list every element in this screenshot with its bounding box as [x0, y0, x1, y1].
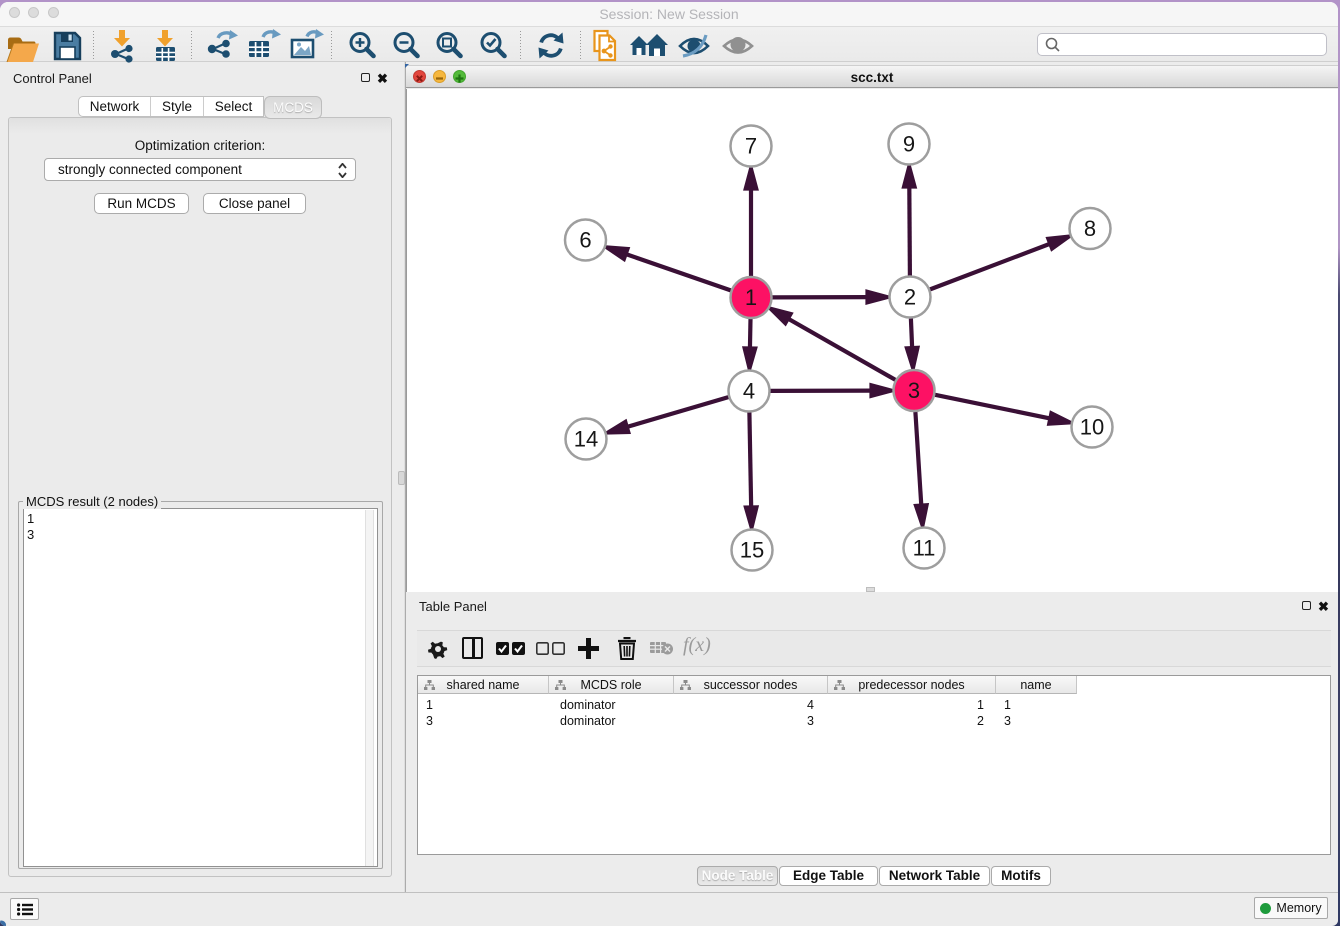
svg-text:14: 14 [574, 427, 598, 452]
svg-text:10: 10 [1080, 415, 1104, 440]
svg-text:3: 3 [908, 378, 920, 403]
svg-text:7: 7 [745, 134, 757, 159]
svg-text:4: 4 [743, 379, 755, 404]
svg-text:9: 9 [903, 132, 915, 157]
svg-text:1: 1 [745, 285, 757, 310]
svg-text:15: 15 [740, 538, 764, 563]
svg-text:2: 2 [904, 285, 916, 310]
svg-text:8: 8 [1084, 216, 1096, 241]
svg-text:11: 11 [913, 536, 936, 561]
svg-text:6: 6 [579, 228, 591, 253]
